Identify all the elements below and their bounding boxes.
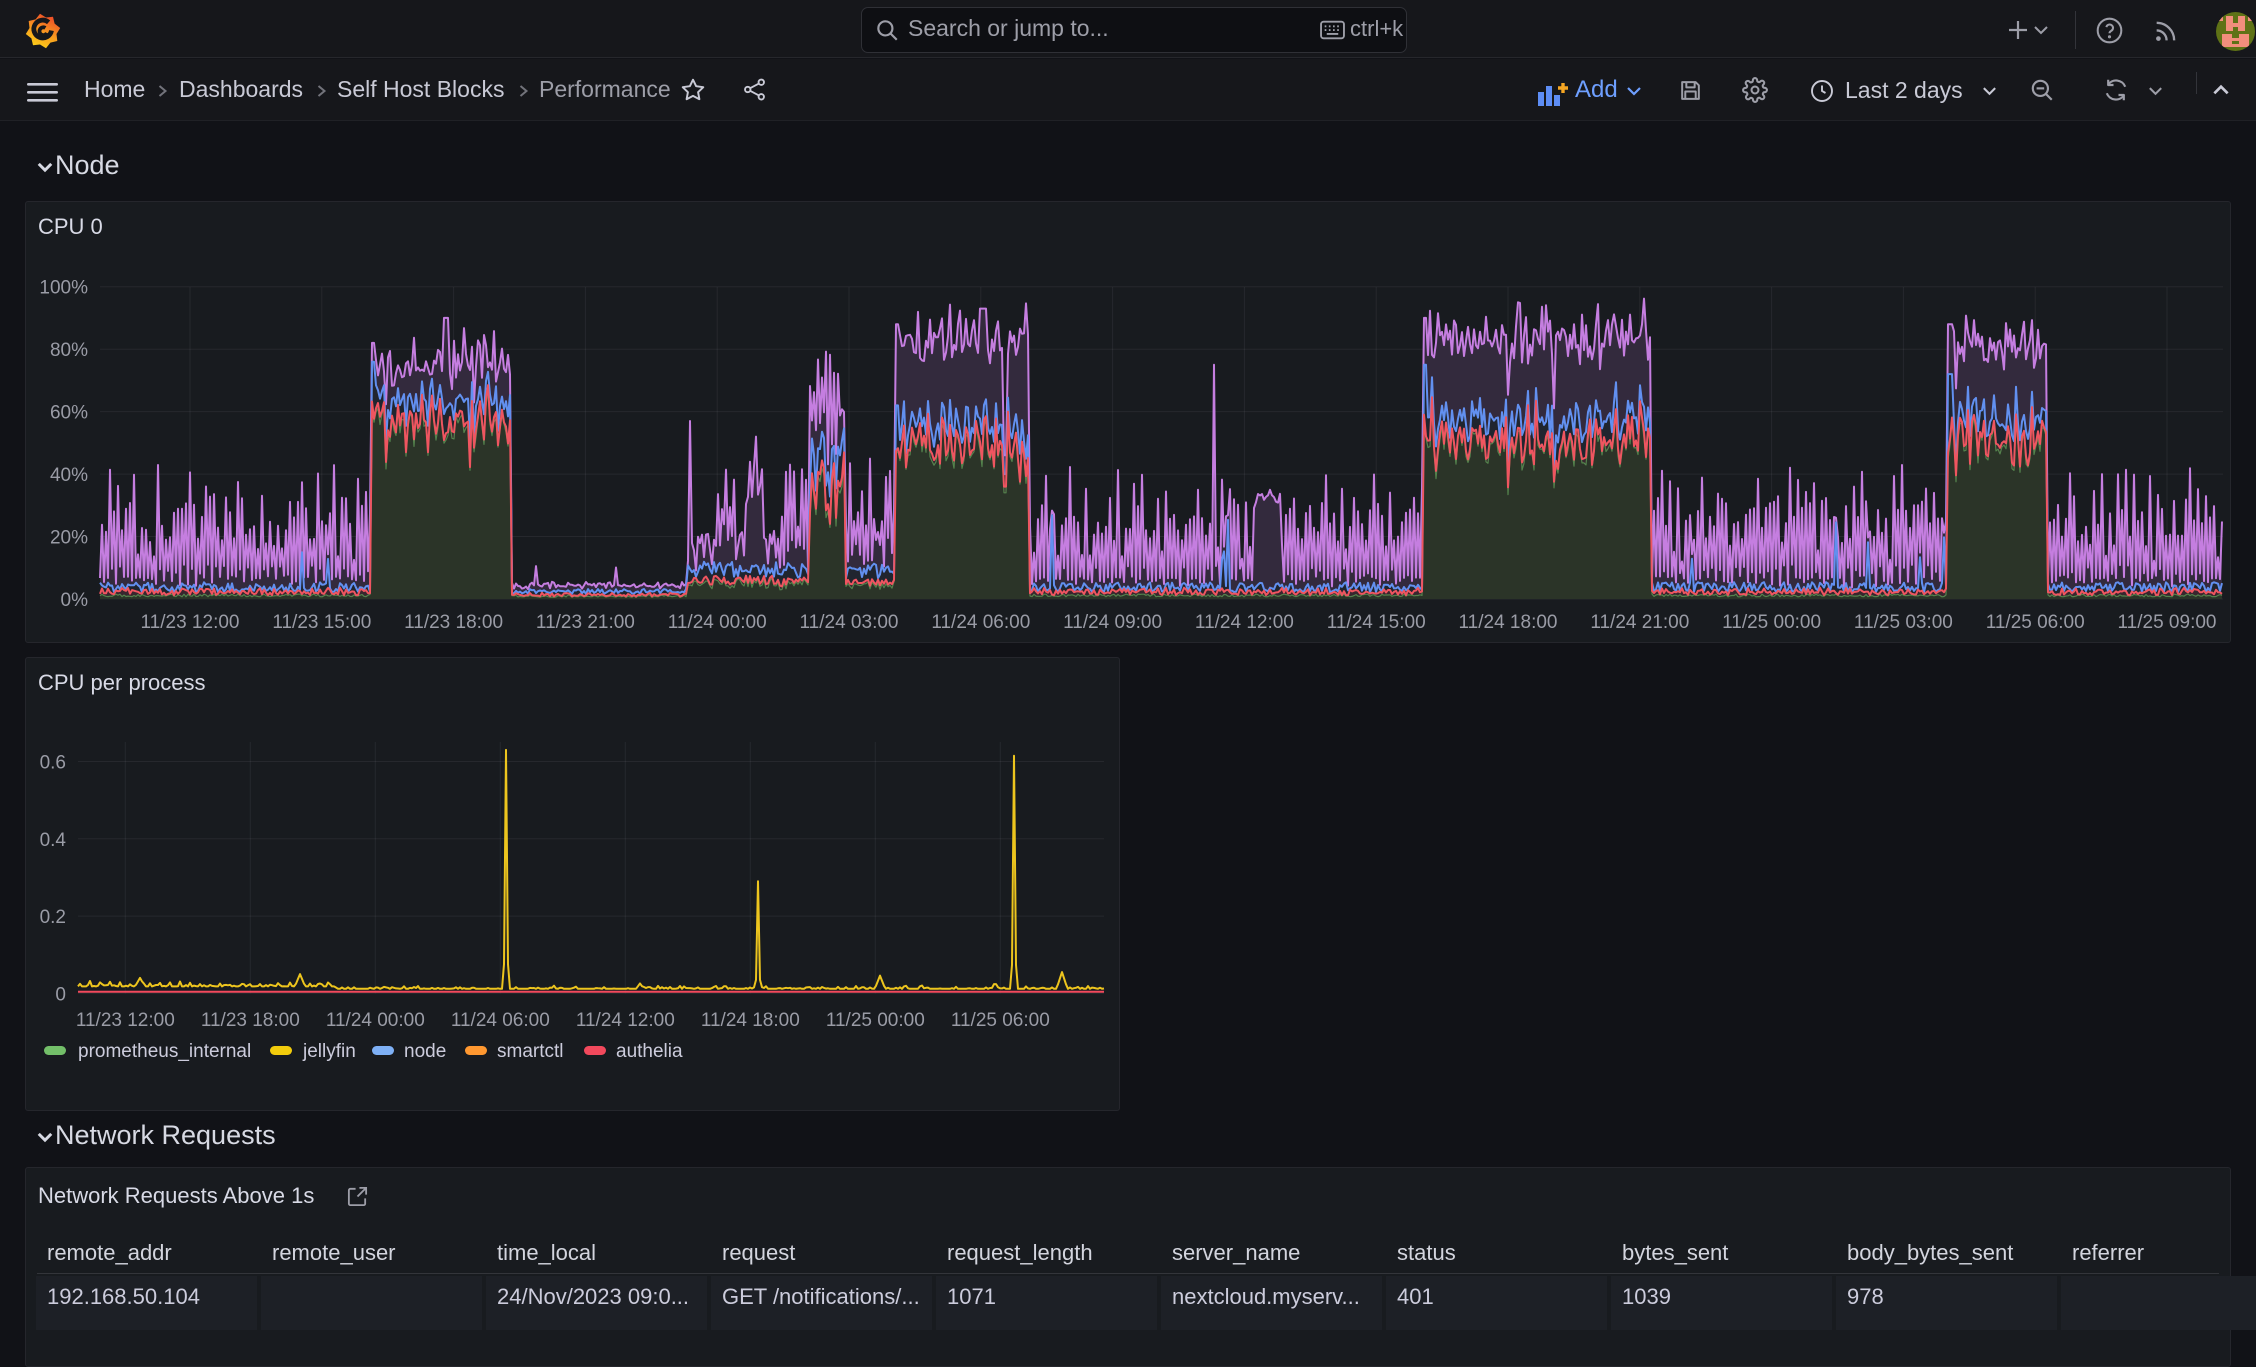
svg-text:11/24 18:00: 11/24 18:00 [701,1010,800,1031]
svg-text:80%: 80% [50,340,88,361]
svg-text:11/23 18:00: 11/23 18:00 [404,612,503,633]
svg-text:authelia: authelia [616,1041,683,1062]
svg-text:11/23 15:00: 11/23 15:00 [272,612,371,633]
svg-text:0.4: 0.4 [40,830,67,851]
svg-text:60%: 60% [50,403,88,424]
svg-text:prometheus_internal: prometheus_internal [78,1041,251,1062]
svg-text:40%: 40% [50,465,88,486]
svg-text:node: node [404,1041,446,1062]
svg-text:0.2: 0.2 [40,907,66,928]
svg-text:11/25 09:00: 11/25 09:00 [2118,612,2217,633]
svg-text:11/24 12:00: 11/24 12:00 [576,1010,675,1031]
svg-text:11/24 00:00: 11/24 00:00 [668,612,767,633]
svg-text:100%: 100% [39,278,88,299]
svg-text:11/25 00:00: 11/25 00:00 [1722,612,1821,633]
svg-text:11/24 06:00: 11/24 06:00 [931,612,1030,633]
svg-text:11/24 21:00: 11/24 21:00 [1590,612,1689,633]
svg-text:smartctl: smartctl [497,1041,564,1062]
svg-text:11/23 12:00: 11/23 12:00 [76,1010,175,1031]
svg-text:jellyfin: jellyfin [302,1041,356,1062]
svg-text:11/23 12:00: 11/23 12:00 [141,612,240,633]
svg-text:11/25 06:00: 11/25 06:00 [951,1010,1050,1031]
svg-text:11/25 03:00: 11/25 03:00 [1854,612,1953,633]
svg-text:11/24 15:00: 11/24 15:00 [1327,612,1426,633]
svg-text:11/24 00:00: 11/24 00:00 [326,1010,425,1031]
svg-text:11/24 18:00: 11/24 18:00 [1459,612,1558,633]
svg-text:11/25 00:00: 11/25 00:00 [826,1010,925,1031]
svg-text:0%: 0% [61,590,89,611]
svg-text:11/25 06:00: 11/25 06:00 [1986,612,2085,633]
svg-text:0: 0 [55,984,66,1005]
svg-text:0.6: 0.6 [40,753,66,774]
svg-text:11/23 21:00: 11/23 21:00 [536,612,635,633]
svg-text:11/24 06:00: 11/24 06:00 [451,1010,550,1031]
svg-text:20%: 20% [50,528,88,549]
svg-text:11/23 18:00: 11/23 18:00 [201,1010,300,1031]
svg-text:11/24 09:00: 11/24 09:00 [1063,612,1162,633]
svg-text:11/24 12:00: 11/24 12:00 [1195,612,1294,633]
svg-text:11/24 03:00: 11/24 03:00 [800,612,899,633]
